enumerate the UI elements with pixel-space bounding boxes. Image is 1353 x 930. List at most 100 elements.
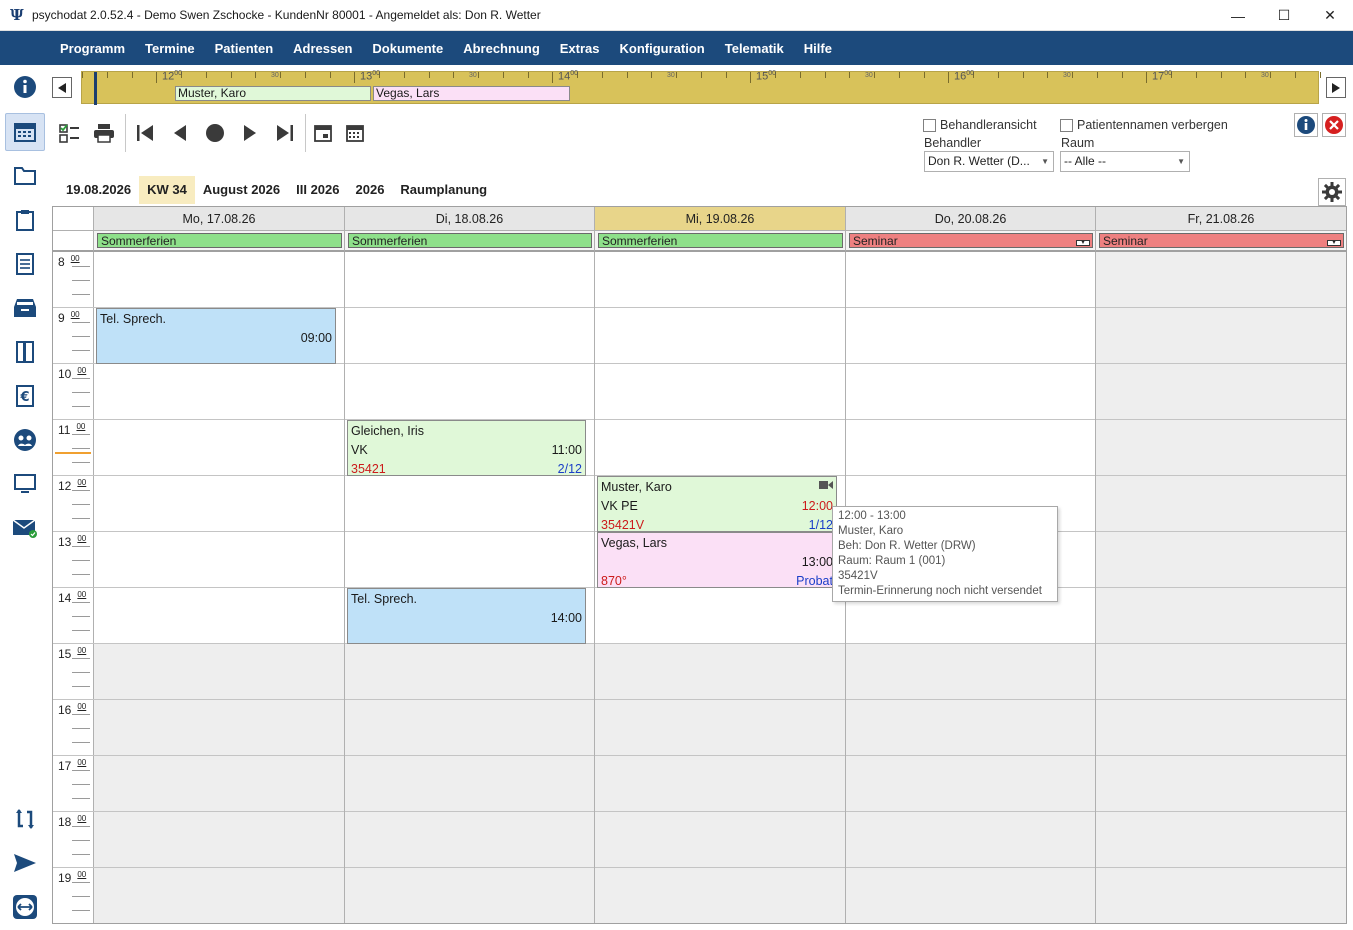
hour-slot[interactable] <box>595 868 845 923</box>
archive-box-icon[interactable] <box>5 289 45 327</box>
hour-slot[interactable] <box>1096 756 1346 812</box>
timeline-appointment-block[interactable]: Vegas, Lars <box>373 86 570 101</box>
close-button[interactable]: ✕ <box>1307 0 1353 31</box>
timeline-appointment-block[interactable]: Muster, Karo <box>175 86 371 101</box>
raum-select[interactable]: -- Alle -- ▼ <box>1060 151 1190 172</box>
day-column[interactable]: Muster, Karo VK PE 12:00 35421V 1/12 Vegas, L… <box>595 252 846 923</box>
hour-slot[interactable] <box>345 308 594 364</box>
hour-slot[interactable] <box>345 756 594 812</box>
behandler-select[interactable]: Don R. Wetter (D... ▼ <box>924 151 1054 172</box>
clipboard-icon[interactable] <box>5 201 45 239</box>
hour-slot[interactable] <box>94 756 344 812</box>
hour-slot[interactable] <box>345 476 594 532</box>
settings-button[interactable] <box>1318 178 1346 206</box>
hour-slot[interactable] <box>846 252 1095 308</box>
appointment[interactable]: Tel. Sprech. 09:00 <box>96 308 336 364</box>
behandleransicht-checkbox[interactable]: Behandleransicht <box>923 118 1037 132</box>
day-column[interactable] <box>1096 252 1346 923</box>
hour-slot[interactable] <box>1096 420 1346 476</box>
timeline-back-button[interactable] <box>52 77 72 98</box>
hour-slot[interactable] <box>846 756 1095 812</box>
day-header[interactable]: Di, 18.08.26 <box>345 207 595 231</box>
print-button[interactable] <box>89 118 119 148</box>
day-header[interactable]: Fr, 21.08.26 <box>1096 207 1346 231</box>
hour-slot[interactable] <box>846 644 1095 700</box>
calendar-icon[interactable] <box>5 113 45 151</box>
maximize-button[interactable]: ☐ <box>1261 0 1307 31</box>
hour-slot[interactable] <box>1096 700 1346 756</box>
hour-slot[interactable] <box>595 588 845 644</box>
minimize-button[interactable]: — <box>1215 0 1261 31</box>
menu-abrechnung[interactable]: Abrechnung <box>453 41 550 56</box>
tab-month[interactable]: August 2026 <box>195 176 288 204</box>
hour-slot[interactable] <box>1096 532 1346 588</box>
hour-slot[interactable] <box>345 644 594 700</box>
next-button[interactable] <box>235 118 265 148</box>
folder-icon[interactable] <box>5 157 45 195</box>
menu-extras[interactable]: Extras <box>550 41 610 56</box>
hour-slot[interactable] <box>345 364 594 420</box>
day-column[interactable]: Tel. Sprech. 09:00 <box>94 252 345 923</box>
appointment[interactable]: Muster, Karo VK PE 12:00 35421V 1/12 <box>597 476 837 532</box>
hour-slot[interactable] <box>595 420 845 476</box>
appointment[interactable]: Vegas, Lars 13:00 870° Probat <box>597 532 837 588</box>
timeline-forward-button[interactable] <box>1326 77 1346 98</box>
menu-adressen[interactable]: Adressen <box>283 41 362 56</box>
hour-slot[interactable] <box>94 252 344 308</box>
menu-hilfe[interactable]: Hilfe <box>794 41 842 56</box>
menu-dokumente[interactable]: Dokumente <box>362 41 453 56</box>
month-calendar-button[interactable] <box>340 118 370 148</box>
hour-slot[interactable] <box>345 868 594 923</box>
menu-patienten[interactable]: Patienten <box>205 41 284 56</box>
hour-slot[interactable] <box>595 252 845 308</box>
day-column[interactable]: Gleichen, Iris VK 11:00 35421 2/12 Tel. Sprec… <box>345 252 595 923</box>
hour-slot[interactable] <box>595 756 845 812</box>
tab-room-planning[interactable]: Raumplanung <box>392 176 495 204</box>
day-header[interactable]: Mo, 17.08.26 <box>94 207 345 231</box>
tab-year[interactable]: 2026 <box>348 176 393 204</box>
info-icon[interactable] <box>5 68 45 106</box>
hour-slot[interactable] <box>595 364 845 420</box>
hour-slot[interactable] <box>595 308 845 364</box>
hour-slot[interactable] <box>94 420 344 476</box>
hour-slot[interactable] <box>846 700 1095 756</box>
hour-slot[interactable] <box>846 420 1095 476</box>
day-calendar-button[interactable] <box>308 118 338 148</box>
hour-slot[interactable] <box>1096 588 1346 644</box>
expand-icon[interactable]: ▾ <box>1076 240 1090 246</box>
menu-telematik[interactable]: Telematik <box>715 41 794 56</box>
allday-event[interactable]: Sommerferien <box>598 233 843 248</box>
hour-slot[interactable] <box>345 812 594 868</box>
allday-event[interactable]: Sommerferien <box>348 233 592 248</box>
monitor-icon[interactable] <box>5 465 45 503</box>
previous-button[interactable] <box>165 118 195 148</box>
day-timeline[interactable]: 1200 1300 1400 1500 1600 1700 30 30 30 3… <box>81 70 1321 105</box>
hour-slot[interactable] <box>94 364 344 420</box>
document-icon[interactable] <box>5 245 45 283</box>
send-icon[interactable] <box>5 844 45 882</box>
close-view-button[interactable] <box>1322 113 1346 137</box>
hour-slot[interactable] <box>94 588 344 644</box>
menu-konfiguration[interactable]: Konfiguration <box>610 41 715 56</box>
expand-icon[interactable]: ▾ <box>1327 240 1341 246</box>
euro-icon[interactable]: € <box>5 377 45 415</box>
appointment[interactable]: Tel. Sprech. 14:00 <box>347 588 586 644</box>
hour-slot[interactable] <box>1096 476 1346 532</box>
hour-slot[interactable] <box>1096 252 1346 308</box>
sync-icon[interactable] <box>5 800 45 838</box>
teamviewer-icon[interactable] <box>5 888 45 926</box>
tab-day[interactable]: 19.08.2026 <box>58 176 139 204</box>
menu-termine[interactable]: Termine <box>135 41 205 56</box>
hour-slot[interactable] <box>595 812 845 868</box>
info-button[interactable] <box>1294 113 1318 137</box>
menu-programm[interactable]: Programm <box>50 41 135 56</box>
hour-slot[interactable] <box>94 700 344 756</box>
hour-slot[interactable] <box>846 364 1095 420</box>
hour-slot[interactable] <box>94 868 344 923</box>
mail-check-icon[interactable] <box>5 509 45 547</box>
last-button[interactable] <box>270 118 300 148</box>
hour-slot[interactable] <box>1096 868 1346 923</box>
hour-slot[interactable] <box>94 644 344 700</box>
allday-event[interactable]: Sommerferien <box>97 233 342 248</box>
hour-slot[interactable] <box>94 812 344 868</box>
